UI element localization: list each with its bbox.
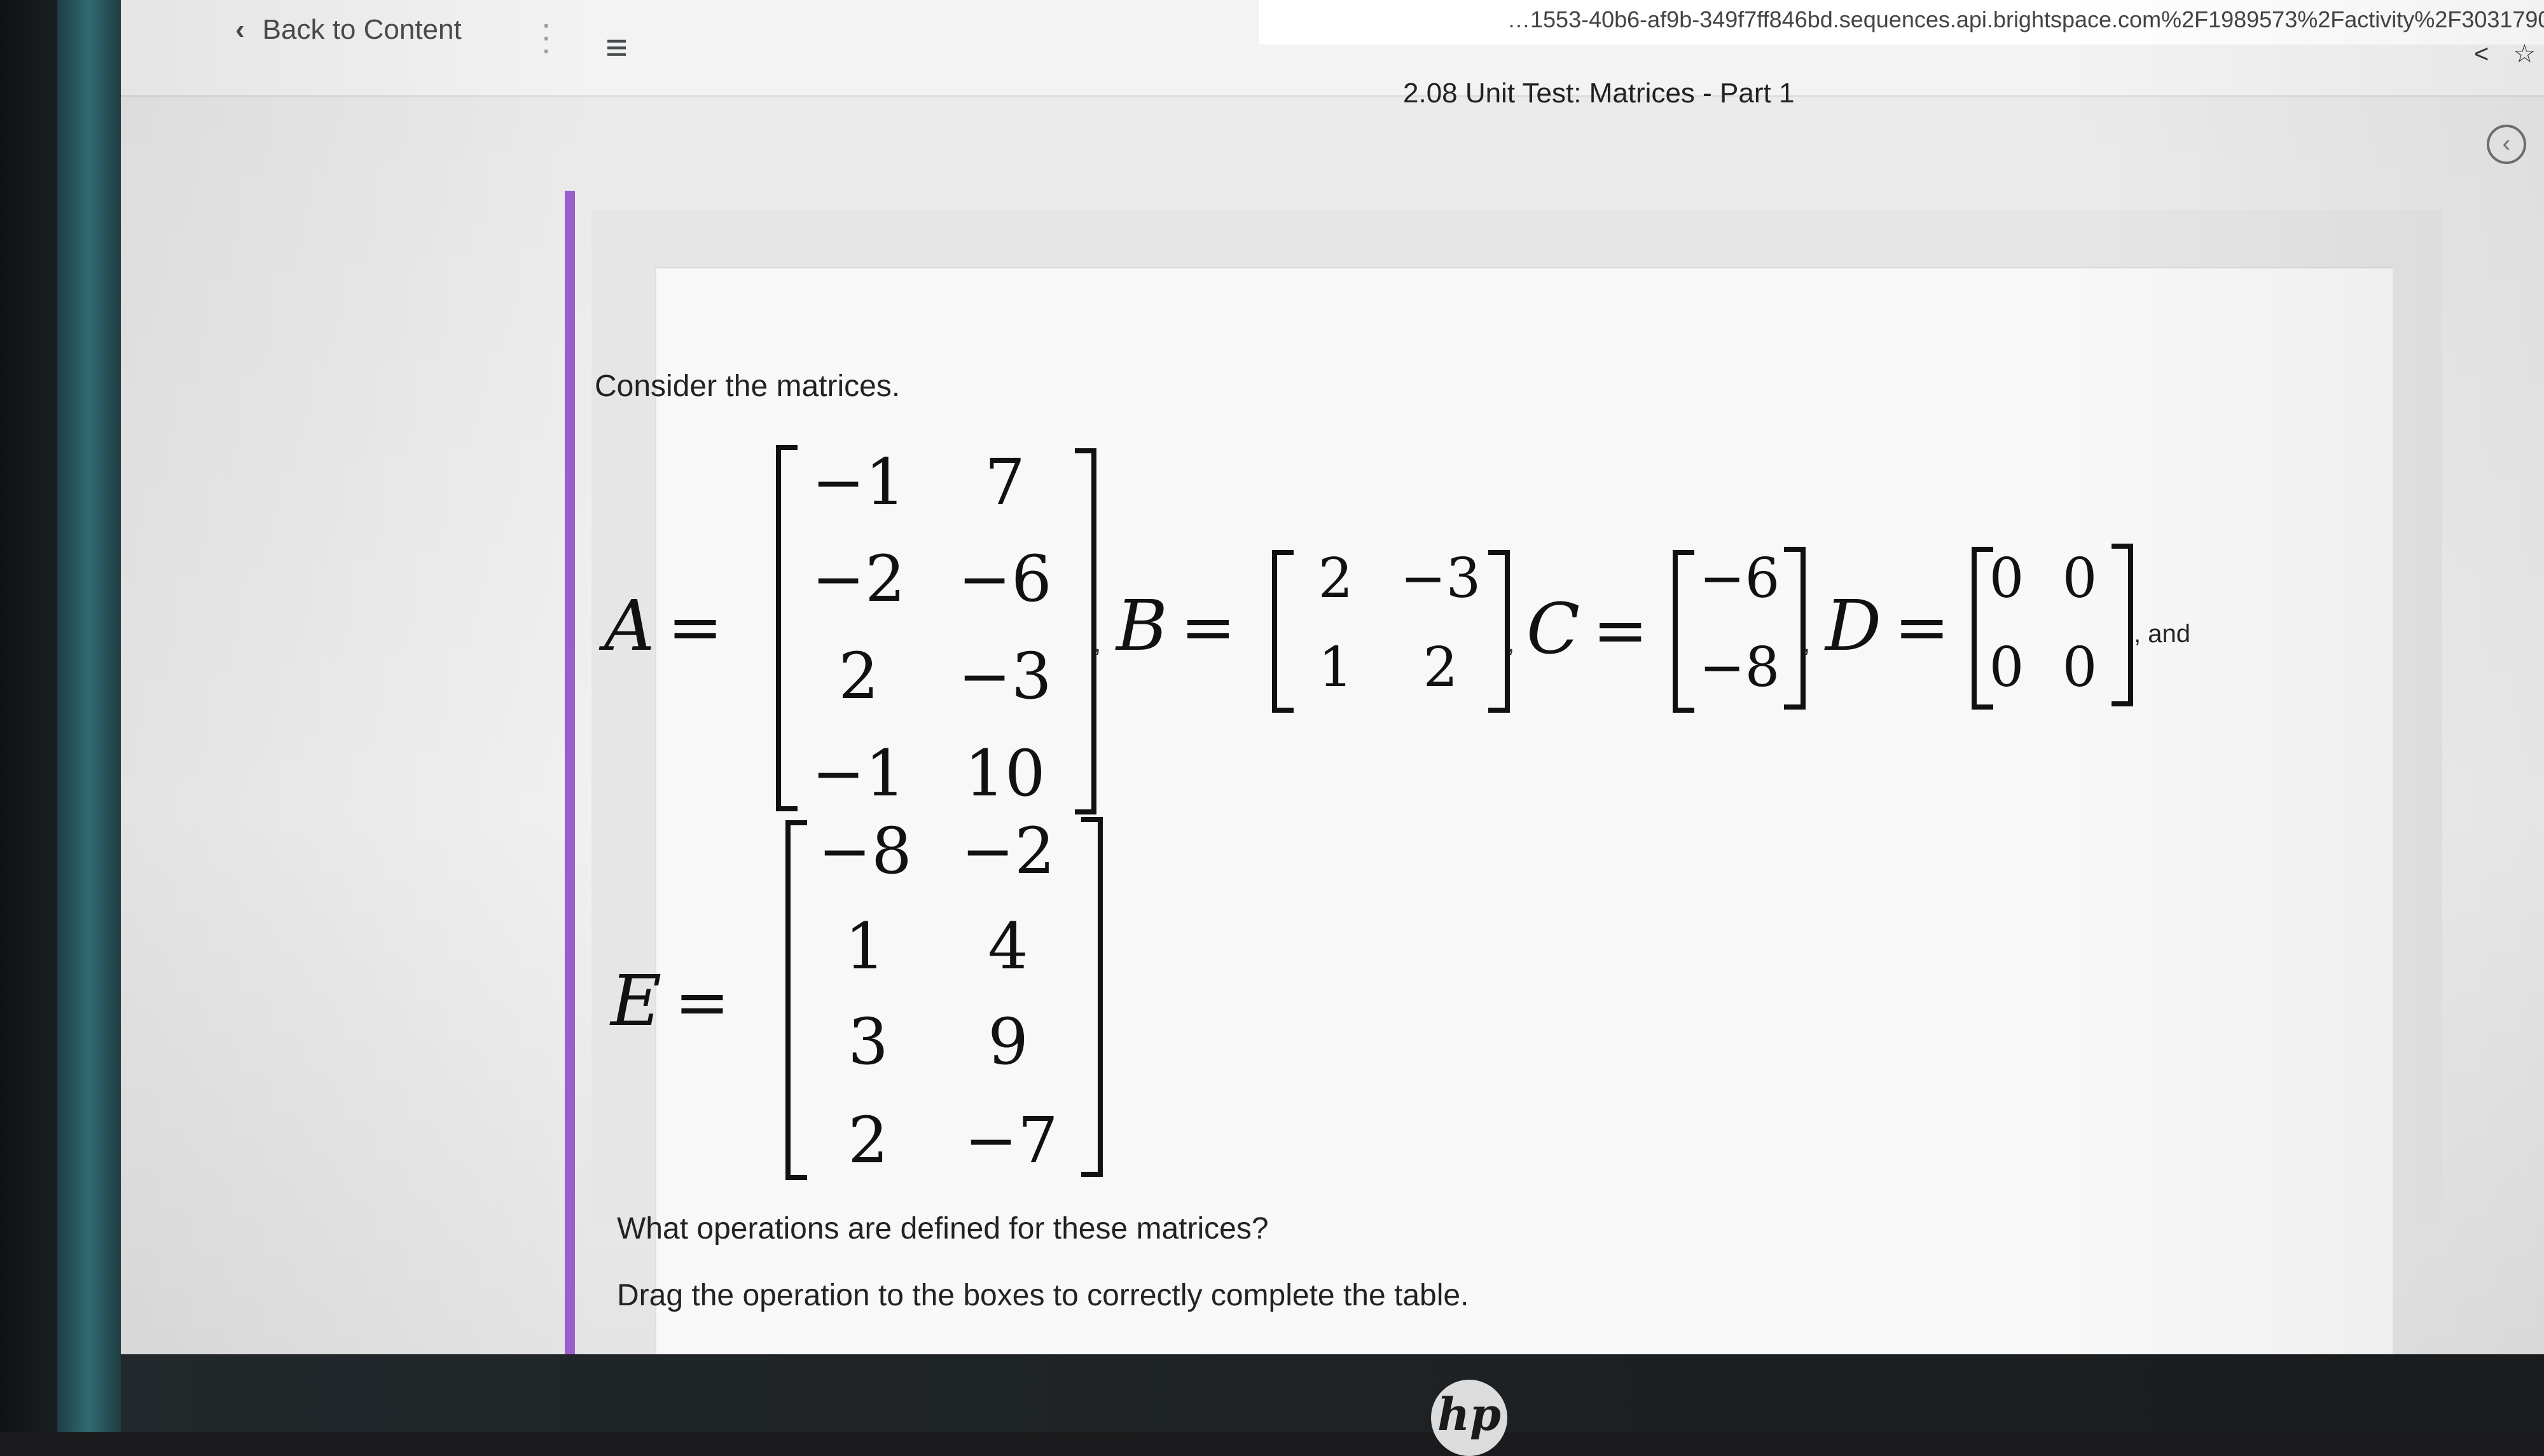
question-intro: Consider the matrices. [595,369,901,403]
matrix-e-cell: 9 [988,1005,1028,1079]
matrix-e-cell: 1 [845,909,885,984]
matrix-a-cell: 2 [838,639,879,713]
matrix-c-label: C = [1526,588,1649,670]
and-text: , and [2134,620,2190,648]
url-text[interactable]: …1553-40b6-af9b-349f7ff846bd.sequences.a… [1507,6,2544,33]
activity-accent-bar [565,191,575,1354]
matrix-e-cell: −8 [818,814,912,888]
browser-toolbar-icons: <☆✱▯ [2474,39,2544,69]
matrix-e-cell: −7 [964,1103,1058,1178]
matrix-a-cell: 7 [985,445,1025,519]
matrix-d-cell: 0 [2062,547,2098,610]
matrix-a-left-bracket [776,445,798,811]
matrix-d-cell: 0 [2062,636,2098,699]
matrix-b-cell: 1 [1318,636,1353,699]
top-navigation-bar: …1553-40b6-af9b-349f7ff846bd.sequences.a… [121,0,2544,97]
screen: …1553-40b6-af9b-349f7ff846bd.sequences.a… [121,0,2544,1354]
matrix-c-cell: −8 [1699,636,1780,699]
matrix-a-right-bracket [1075,448,1096,814]
matrix-b-cell: −3 [1400,547,1481,610]
matrix-a-cell: −6 [958,542,1052,616]
matrix-e-cell: 4 [988,909,1028,984]
chevron-left-icon: ‹ [235,14,245,45]
matrix-c-cell: −6 [1699,547,1780,610]
matrix-b-cell: 2 [1318,547,1353,610]
chevron-left-icon: ‹ [2502,130,2511,157]
matrix-e-cell: 2 [848,1103,888,1178]
matrix-d-label: D = [1825,585,1950,666]
matrix-b-label: B = [1116,585,1236,666]
background-strip [57,0,121,1432]
menu-icon[interactable]: ≡ [605,25,628,69]
back-to-content-label: Back to Content [262,14,462,45]
matrix-b-cell: 2 [1423,636,1458,699]
star-icon[interactable]: ☆ [2513,40,2536,68]
question-prompt: What operations are defined for these ma… [617,1212,1269,1246]
comma-separator: , [1507,629,1515,657]
more-options-icon[interactable]: · · · [541,8,551,66]
previous-button[interactable]: ‹ [2487,125,2526,164]
matrix-e-label: E = [611,960,730,1041]
share-icon[interactable]: < [2474,40,2489,68]
matrix-a-cell: −1 [812,736,906,811]
question-card [655,267,2393,1354]
hp-logo: hp [1431,1380,1507,1456]
matrix-e-right-bracket [1081,817,1103,1177]
page-title: 2.08 Unit Test: Matrices - Part 1 [1403,78,1795,109]
matrix-a-cell: −2 [812,542,906,616]
matrix-e-cell: 3 [848,1005,888,1079]
matrix-a-cell: −1 [812,445,906,519]
matrix-a-cell: −3 [958,639,1052,713]
matrix-a-label: A = [604,585,723,666]
comma-separator: , [1094,629,1102,657]
question-instructions: Drag the operation to the boxes to corre… [617,1279,1469,1312]
back-to-content-link[interactable]: ‹ Back to Content [235,14,462,46]
comma-separator: , [1803,629,1811,657]
matrix-a-cell: 10 [964,736,1046,811]
matrix-e-cell: −2 [961,814,1055,888]
